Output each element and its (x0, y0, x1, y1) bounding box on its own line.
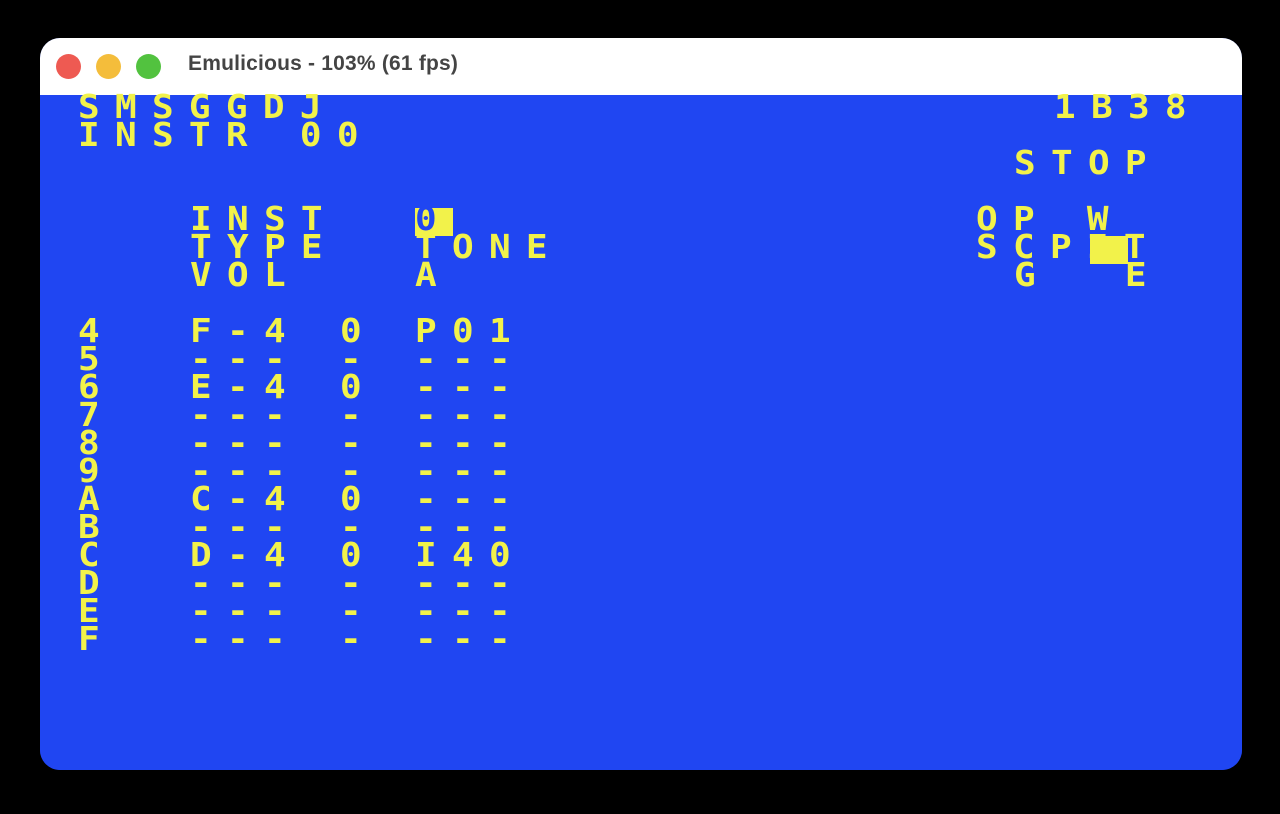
minimize-button[interactable] (96, 54, 121, 79)
maximize-button[interactable] (136, 54, 161, 79)
effect-cell[interactable]: --- (415, 623, 526, 656)
g-e-line: G E (1014, 256, 1162, 295)
close-button[interactable] (56, 54, 81, 79)
row-index: F (78, 620, 115, 659)
vol-label: VOL (190, 256, 301, 295)
playback-status: STOP (1014, 144, 1162, 183)
instrument-cell[interactable]: - (340, 623, 377, 656)
note-cell[interactable]: --- (190, 623, 301, 656)
window-title: Emulicious - 103% (61 fps) (188, 52, 459, 75)
vol-value[interactable]: A (415, 259, 452, 292)
emulator-screen[interactable]: SMSGGDJ INSTR 00 1B38 STOP INST TYPE VOL… (40, 88, 1242, 770)
instrument-line: INSTR 00 (78, 116, 374, 155)
emulator-window: Emulicious - 103% (61 fps) SMSGGDJ INSTR… (40, 38, 1242, 770)
address-readout: 1B38 (1054, 88, 1202, 127)
title-bar[interactable]: Emulicious - 103% (61 fps) (40, 38, 1242, 95)
